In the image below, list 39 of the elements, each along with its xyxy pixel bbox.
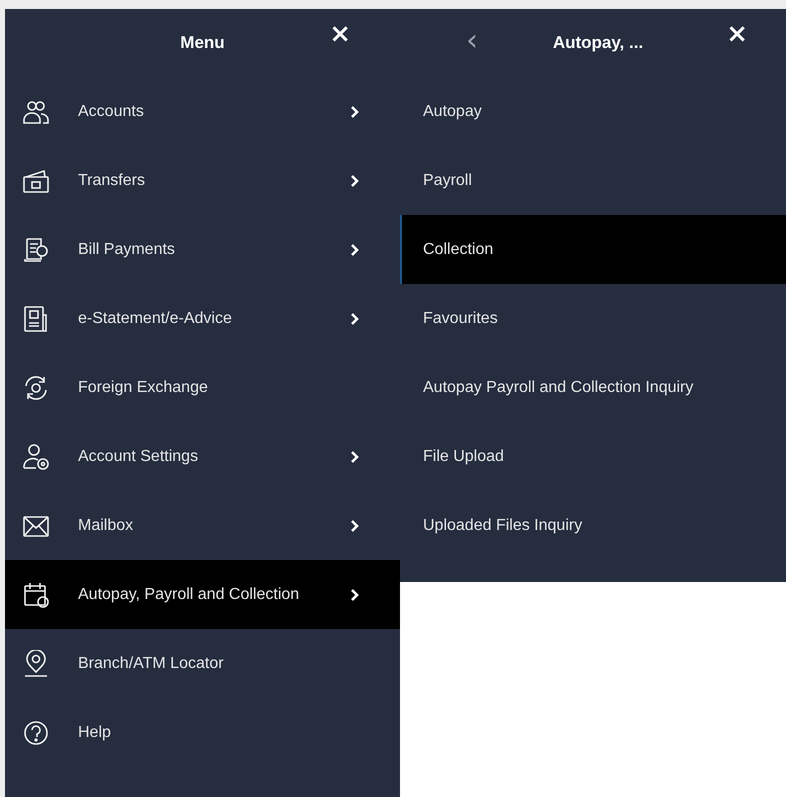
menu-item[interactable]: Account Settings (5, 422, 400, 491)
menu-item[interactable]: Branch/ATM Locator (5, 629, 400, 698)
menu-item[interactable]: Transfers (5, 146, 400, 215)
menu-item-label: Autopay, Payroll and Collection (78, 586, 300, 604)
menu-item[interactable]: Accounts (5, 77, 400, 146)
submenu-item[interactable]: File Upload (400, 422, 786, 491)
menu-title: Menu (180, 33, 225, 53)
location-pin-icon (22, 650, 50, 678)
menu-item[interactable]: Bill Payments (5, 215, 400, 284)
receipt-icon (22, 236, 50, 264)
submenu-item[interactable]: Payroll (400, 146, 786, 215)
submenu-item[interactable]: Collection (400, 215, 786, 284)
menu-item-label: Accounts (78, 102, 145, 120)
help-icon (22, 718, 50, 746)
close-button[interactable]: × (325, 21, 355, 47)
menu-item-label: Mailbox (78, 516, 134, 534)
menu-item-label: Help (78, 724, 112, 742)
menu-item-label: Transfers (78, 172, 146, 190)
menu-item-label: Foreign Exchange (78, 378, 209, 396)
exchange-icon (22, 374, 50, 402)
back-button[interactable]: ‹ (462, 26, 482, 56)
menu-item[interactable]: e-Statement/e-Advice (5, 284, 400, 353)
menu-item-label: e-Statement/e-Advice (78, 310, 233, 328)
calendar-icon (22, 580, 50, 608)
menu-item[interactable]: Mailbox (5, 491, 400, 560)
submenu-title: Autopay, ... (552, 33, 644, 53)
submenu-item[interactable]: Autopay (400, 77, 786, 146)
menu-item[interactable]: Foreign Exchange (5, 353, 400, 422)
menu-item[interactable]: Help (5, 698, 400, 767)
user-gear-icon (22, 442, 50, 470)
document-icon (22, 304, 50, 332)
submenu-item[interactable]: Autopay Payroll and Collection Inquiry (400, 353, 786, 422)
close-button[interactable]: × (722, 21, 752, 47)
menu-item-label: Bill Payments (78, 240, 176, 258)
menu-item[interactable]: Autopay, Payroll and Collection (5, 560, 400, 629)
menu-item-label: Branch/ATM Locator (78, 654, 225, 672)
submenu-item[interactable]: Favourites (400, 284, 786, 353)
menu-item-label: Account Settings (78, 448, 200, 466)
submenu-item[interactable]: Uploaded Files Inquiry (400, 491, 786, 560)
